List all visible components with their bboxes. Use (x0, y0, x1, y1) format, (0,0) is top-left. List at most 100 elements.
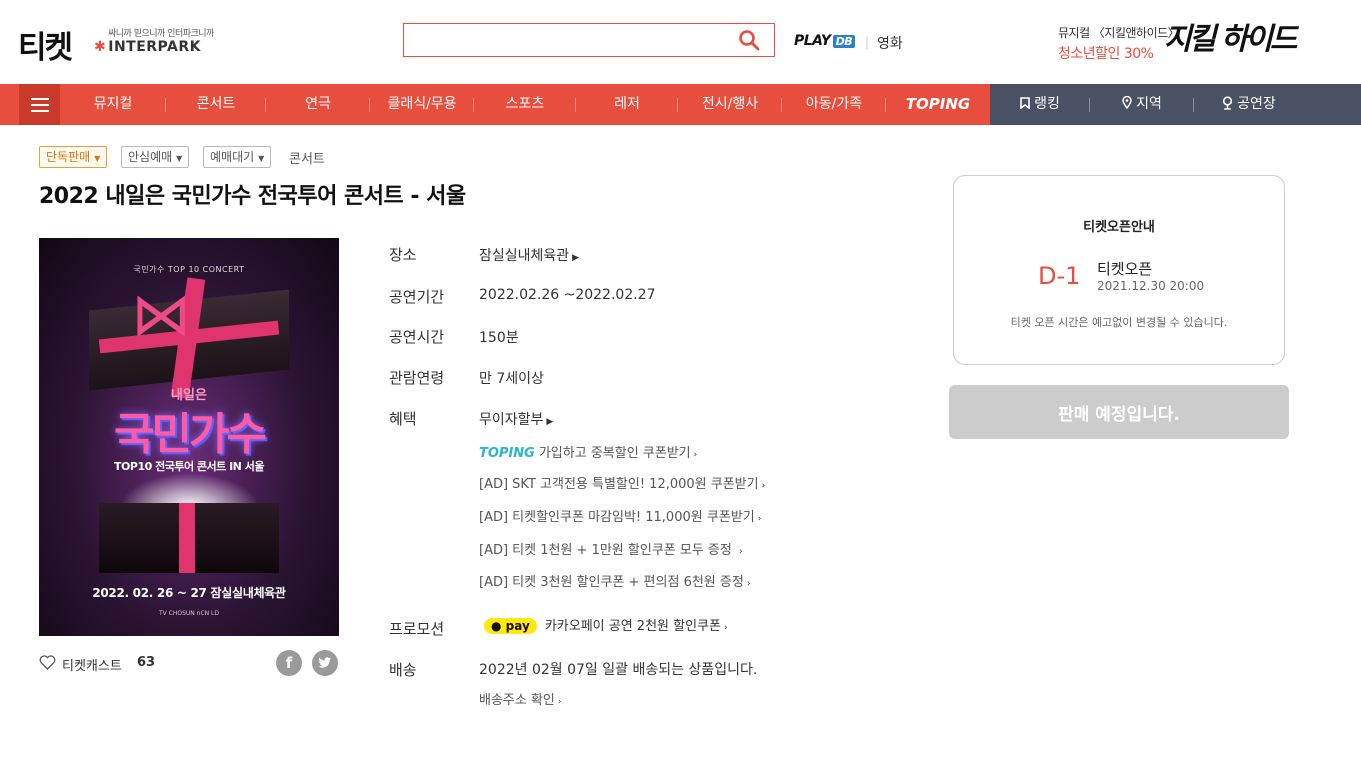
benefit-text: [AD] 티켓할인쿠폰 마감임박! 11,000원 쿠폰받기 (479, 510, 755, 525)
interpark-star-icon: ✱ (94, 39, 107, 55)
nav-label: 스포츠 (505, 96, 545, 112)
header-divider: | (865, 35, 870, 49)
ticketcast-label[interactable]: 티켓캐스트 (62, 655, 122, 674)
promotion-link[interactable]: ● pay 카카오페이 공연 2천원 할인쿠폰 › (484, 615, 728, 634)
nav-label: 레저 (614, 96, 640, 112)
period-value: 2022.02.26 ~2022.02.27 (479, 287, 656, 303)
chevron-down-icon: ▼ (258, 154, 265, 163)
delivery-address-link[interactable]: 배송주소 확인 › (479, 689, 562, 708)
poster-logos: TV CHOSUN nCN LD (158, 610, 220, 617)
nav-secondary: 랭킹 지역 공연장 (990, 84, 1361, 125)
period-label: 공연기간 (389, 288, 445, 306)
nav-item-toping[interactable]: TOPING (886, 84, 990, 125)
chevron-right-icon: › (746, 579, 751, 589)
delivery-value: 2022년 02월 07일 일괄 배송되는 상품입니다. (479, 662, 758, 678)
breadcrumb-category[interactable]: 콘서트 (289, 148, 325, 167)
chevron-right-icon: › (761, 481, 766, 491)
nav-item-exhibition[interactable]: 전시/행사 (678, 84, 782, 125)
open-label: 티켓오픈 (1097, 260, 1153, 278)
benefit-link[interactable]: 무이자할부 ▶ (479, 409, 553, 429)
benefit-item[interactable]: [AD] 티켓할인쿠폰 마감임박! 11,000원 쿠폰받기 › (479, 506, 761, 525)
panel-title: 티켓오픈안내 (1083, 220, 1155, 235)
benefit-text: [AD] 티켓 1천원 + 1만원 할인쿠폰 모두 증정 (479, 543, 736, 558)
nav-item-leisure[interactable]: 레저 (576, 84, 678, 125)
nav-item-musical[interactable]: 뮤지컬 (60, 84, 166, 125)
ticket-open-panel: 티켓오픈안내 D-1 티켓오픈 2021.12.30 20:00 티켓 오픈 시… (953, 175, 1285, 365)
benefit-value: 무이자할부 (479, 412, 544, 428)
poster-date: 2022. 02. 26 ~ 27 잠실실내체육관 (92, 586, 286, 600)
interpark-brand-text: INTERPARK (108, 39, 201, 55)
waiting-list-chip[interactable]: 예매대기 ▼ (203, 146, 272, 168)
chevron-right-icon: › (757, 514, 762, 524)
benefit-label: 혜택 (389, 410, 417, 428)
playdb-text: PLAY (794, 33, 831, 49)
ticket-logo[interactable]: 티켓 (18, 22, 73, 67)
nav-item-venue[interactable]: 공연장 (1194, 84, 1304, 125)
search-icon[interactable] (738, 29, 760, 51)
safe-booking-chip[interactable]: 안심예매 ▼ (121, 146, 190, 168)
toping-logo: TOPING (479, 446, 535, 461)
venue-pin-icon (1223, 96, 1233, 110)
ribbon-bow-icon: ⋈ (131, 280, 191, 350)
benefit-item[interactable]: [AD] 티켓 3천원 할인쿠폰 + 편의점 6천원 증정 › (479, 571, 750, 590)
heart-icon[interactable] (39, 655, 56, 670)
nav-label: 랭킹 (1034, 96, 1060, 112)
poster-top-text: 국민가수 TOP 10 CONCERT (133, 265, 245, 274)
facebook-share-icon[interactable]: f (276, 650, 302, 676)
event-poster: 국민가수 TOP 10 CONCERT ⋈ 내일은 국민가수 TOP10 전국투… (39, 238, 339, 636)
ad-line2: 청소년할인 30% (1058, 46, 1154, 62)
nav-label: 공연장 (1237, 96, 1276, 112)
venue-label: 장소 (389, 246, 417, 264)
benefit-item[interactable]: [AD] SKT 고객전용 특별할인! 12,000원 쿠폰받기 › (479, 473, 765, 492)
nav-item-sports[interactable]: 스포츠 (474, 84, 576, 125)
search-input[interactable] (404, 24, 724, 56)
nav-item-kids[interactable]: 아동/가족 (782, 84, 886, 125)
venue-link[interactable]: 잠실실내체육관 ▶ (479, 245, 579, 265)
interpark-logo[interactable]: 싸니까 믿으니까 인터파크니까 ✱ INTERPARK (94, 26, 214, 55)
nav-label: 클래식/무용 (387, 96, 457, 112)
exclusive-sale-chip[interactable]: 단독판매 ▼ (39, 146, 108, 168)
benefit-item[interactable]: [AD] 티켓 1천원 + 1만원 할인쿠폰 모두 증정 › (479, 539, 743, 558)
nav-item-play[interactable]: 연극 (266, 84, 370, 125)
location-pin-icon (1122, 95, 1132, 110)
benefit-text: [AD] 티켓 3천원 할인쿠폰 + 편의점 6천원 증정 (479, 575, 744, 590)
nav-label: 전시/행사 (701, 96, 759, 112)
nav-label: 지역 (1136, 96, 1162, 112)
benefit-text: [AD] SKT 고객전용 특별할인! 12,000원 쿠폰받기 (479, 477, 759, 492)
playdb-badge: DB (832, 35, 856, 48)
kakaopay-badge-text: pay (505, 619, 530, 633)
ticketcast-count: 63 (137, 655, 156, 670)
benefit-text: 가입하고 중복할인 쿠폰받기 (538, 446, 691, 461)
benefit-item[interactable]: TOPING 가입하고 중복할인 쿠폰받기 › (479, 442, 697, 461)
duration-label: 공연시간 (389, 328, 445, 346)
caret-right-icon: ▶ (546, 417, 554, 427)
venue-value: 잠실실내체육관 (479, 248, 570, 264)
nav-label: 연극 (305, 96, 331, 112)
sale-pending-button[interactable]: 판매 예정입니다. (949, 385, 1289, 439)
chip-label: 안심예매 (128, 150, 173, 164)
nav-label: TOPING (905, 95, 971, 113)
poster-main-title: 국민가수 (114, 409, 267, 460)
age-value: 만 7세이상 (479, 371, 544, 387)
twitter-bird-icon (318, 657, 331, 668)
promotion-label: 프로모션 (389, 620, 445, 638)
ad-title: 지킬 하이드 (1164, 22, 1297, 57)
nav-label: 뮤지컬 (93, 96, 133, 112)
menu-button[interactable] (19, 84, 60, 125)
promotion-text: 카카오페이 공연 2천원 할인쿠폰 (544, 619, 721, 634)
ad-banner[interactable]: 뮤지컬 〈지킬앤하이드〉 청소년할인 30% 지킬 하이드 (1058, 22, 1297, 63)
nav-item-ranking[interactable]: 랭킹 (990, 84, 1090, 125)
movie-link[interactable]: 영화 (877, 33, 903, 53)
speech-bubble-icon: ● (491, 619, 502, 633)
twitter-share-icon[interactable] (312, 650, 338, 676)
nav-item-classic[interactable]: 클래식/무용 (370, 84, 474, 125)
nav-item-concert[interactable]: 콘서트 (166, 84, 266, 125)
open-date: 2021.12.30 20:00 (1097, 279, 1205, 293)
chevron-down-icon: ▼ (94, 154, 101, 163)
chevron-down-icon: ▼ (176, 154, 183, 163)
playdb-link[interactable]: PLAY DB (794, 33, 856, 49)
poster-tour-text: TOP10 전국투어 콘서트 IN 서울 (114, 460, 264, 473)
nav-item-region[interactable]: 지역 (1090, 84, 1194, 125)
dday-badge: D-1 (1038, 262, 1081, 290)
open-notice: 티켓 오픈 시간은 예고없이 변경될 수 있습니다. (1010, 316, 1228, 329)
